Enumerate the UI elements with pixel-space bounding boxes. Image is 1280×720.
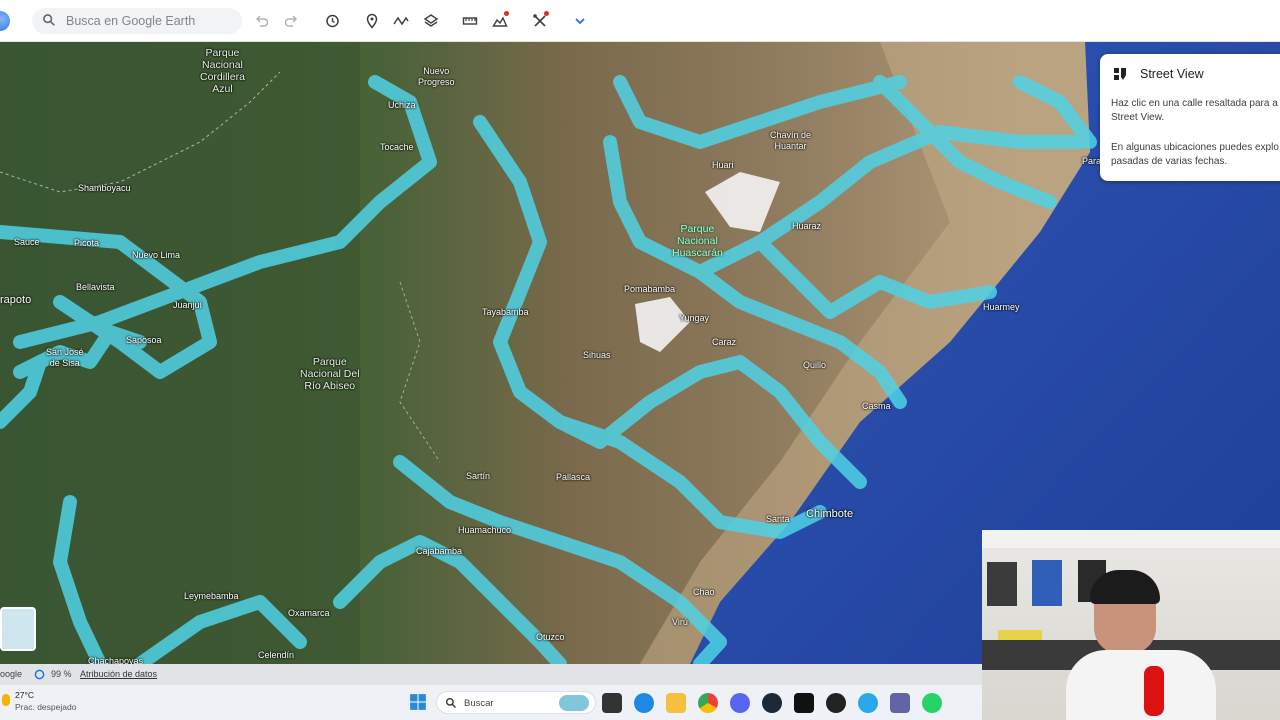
place-label-caraz[interactable]: Caraz <box>712 337 736 348</box>
place-label-viru[interactable]: Virú <box>672 617 688 628</box>
edge-icon[interactable] <box>634 693 654 713</box>
webcam-overlay <box>982 530 1280 720</box>
place-label-huamachuco[interactable]: Huamachuco <box>458 525 511 536</box>
poster <box>1032 560 1062 606</box>
place-label-santa[interactable]: Santa <box>766 514 790 525</box>
place-label-cajabamba[interactable]: Cajabamba <box>416 546 462 557</box>
search-icon <box>445 697 456 708</box>
path-icon[interactable] <box>391 11 411 31</box>
microphone <box>1144 666 1164 716</box>
park-label-rio-abiseo[interactable]: Parque Nacional Del Río Abiseo <box>300 356 360 392</box>
weather-temp[interactable]: 27°C <box>15 690 34 700</box>
weather-icon <box>2 694 10 706</box>
place-label-chavin[interactable]: Chavín de Huantar <box>770 130 811 152</box>
place-label-tocache[interactable]: Tocache <box>380 142 414 153</box>
place-label-otuzco[interactable]: Otuzco <box>536 632 565 643</box>
place-label-quillo[interactable]: Quillo <box>803 360 826 371</box>
street-view-text-2: En algunas ubicaciones puedes explo pasa… <box>1111 142 1279 167</box>
place-label-huaraz[interactable]: Huaraz <box>792 221 821 232</box>
place-label-nuevo-lima[interactable]: Nuevo Lima <box>132 250 180 261</box>
windows-start-icon[interactable] <box>409 693 427 711</box>
taskbar-search[interactable]: Buscar <box>436 691 596 714</box>
google-earth-window: Parque Nacional Cordillera Azul Parque N… <box>0 0 1280 720</box>
ruler-icon[interactable] <box>460 11 480 31</box>
poster <box>987 562 1017 606</box>
placemark-icon[interactable] <box>362 11 382 31</box>
place-label-shamboyacu[interactable]: Shamboyacu <box>78 183 131 194</box>
telegram-icon[interactable] <box>858 693 878 713</box>
place-label-leymebamba[interactable]: Leymebamba <box>184 591 239 602</box>
place-label-pallasca[interactable]: Pallasca <box>556 472 590 483</box>
street-view-title: Street View <box>1140 67 1204 81</box>
layers-icon[interactable] <box>421 11 441 31</box>
task-view-icon[interactable] <box>602 693 622 713</box>
tiktok-icon[interactable] <box>794 693 814 713</box>
place-label-bellavista[interactable]: Bellavista <box>76 282 115 293</box>
map-layer-thumbnail[interactable] <box>0 607 36 651</box>
place-label-pomabamba[interactable]: Pomabamba <box>624 284 675 295</box>
loading-percent: 99 % <box>51 669 72 679</box>
person-shirt <box>1066 650 1216 720</box>
person-hair <box>1090 570 1160 604</box>
webcam-ceiling <box>982 530 1280 548</box>
place-label-sartin[interactable]: Sartín <box>466 471 490 482</box>
obs-icon[interactable] <box>826 693 846 713</box>
redo-icon[interactable] <box>281 11 301 31</box>
chrome-icon[interactable] <box>698 693 718 713</box>
place-label-huarmey[interactable]: Huarmey <box>983 302 1020 313</box>
search-highlight-icon <box>559 695 589 711</box>
place-label-chao[interactable]: Chao <box>693 587 715 598</box>
place-label-saposoa[interactable]: Saposoa <box>126 335 162 346</box>
teams-icon[interactable] <box>890 693 910 713</box>
google-logo-text: oogle <box>0 669 23 679</box>
file-explorer-icon[interactable] <box>666 693 686 713</box>
place-label-uchiza[interactable]: Uchiza <box>388 100 416 111</box>
google-earth-logo[interactable] <box>0 11 10 31</box>
place-label-juanjui[interactable]: Juanjuí <box>173 300 202 311</box>
data-attribution-link[interactable]: Atribución de datos <box>80 669 157 679</box>
toolbar <box>0 0 1280 42</box>
search-box[interactable] <box>32 8 242 34</box>
place-label-casma[interactable]: Casma <box>862 401 891 412</box>
park-label-huascaran[interactable]: Parque Nacional Huascarán <box>672 223 723 259</box>
pegman-icon <box>1114 68 1126 80</box>
place-label-san-jose-de-sisa[interactable]: San José de Sisa <box>46 347 84 369</box>
place-label-celendin[interactable]: Celendín <box>258 650 294 661</box>
place-label-sihuas[interactable]: Sihuas <box>583 350 611 361</box>
loading-ring-icon <box>34 669 45 680</box>
place-label-sauce[interactable]: Sauce <box>14 237 40 248</box>
steam-icon[interactable] <box>762 693 782 713</box>
discord-icon[interactable] <box>730 693 750 713</box>
street-view-panel: Street View Haz clic en una calle resalt… <box>1100 54 1280 181</box>
weather-desc[interactable]: Prac. despejado <box>15 702 76 712</box>
undo-icon[interactable] <box>252 11 272 31</box>
place-label-tayabamba[interactable]: Tayabamba <box>482 307 529 318</box>
place-label-chimbote[interactable]: Chimbote <box>806 509 853 520</box>
place-label-oxamarca[interactable]: Oxamarca <box>288 608 330 619</box>
place-label-yungay[interactable]: Yungay <box>679 313 709 324</box>
place-label-tarapoto[interactable]: rapoto <box>0 295 31 306</box>
place-label-huari[interactable]: Huari <box>712 160 734 171</box>
place-label-para[interactable]: Para <box>1082 156 1101 167</box>
place-label-nuevo-progreso[interactable]: Nuevo Progreso <box>418 66 455 88</box>
park-label-cordillera-azul[interactable]: Parque Nacional Cordillera Azul <box>200 47 245 95</box>
place-label-picota[interactable]: Picota <box>74 238 99 249</box>
search-input[interactable] <box>66 12 236 30</box>
chevron-down-icon[interactable] <box>570 11 590 31</box>
tools-icon[interactable] <box>530 11 550 31</box>
whatsapp-icon[interactable] <box>922 693 942 713</box>
search-icon <box>43 14 55 26</box>
taskbar-search-label: Buscar <box>464 698 494 709</box>
attribution-bar: oogle 99 % Atribución de datos <box>0 664 982 685</box>
add-project-icon[interactable] <box>490 11 510 31</box>
street-view-text-1: Haz clic en una calle resaltada para a S… <box>1111 98 1278 123</box>
history-icon[interactable] <box>322 11 342 31</box>
